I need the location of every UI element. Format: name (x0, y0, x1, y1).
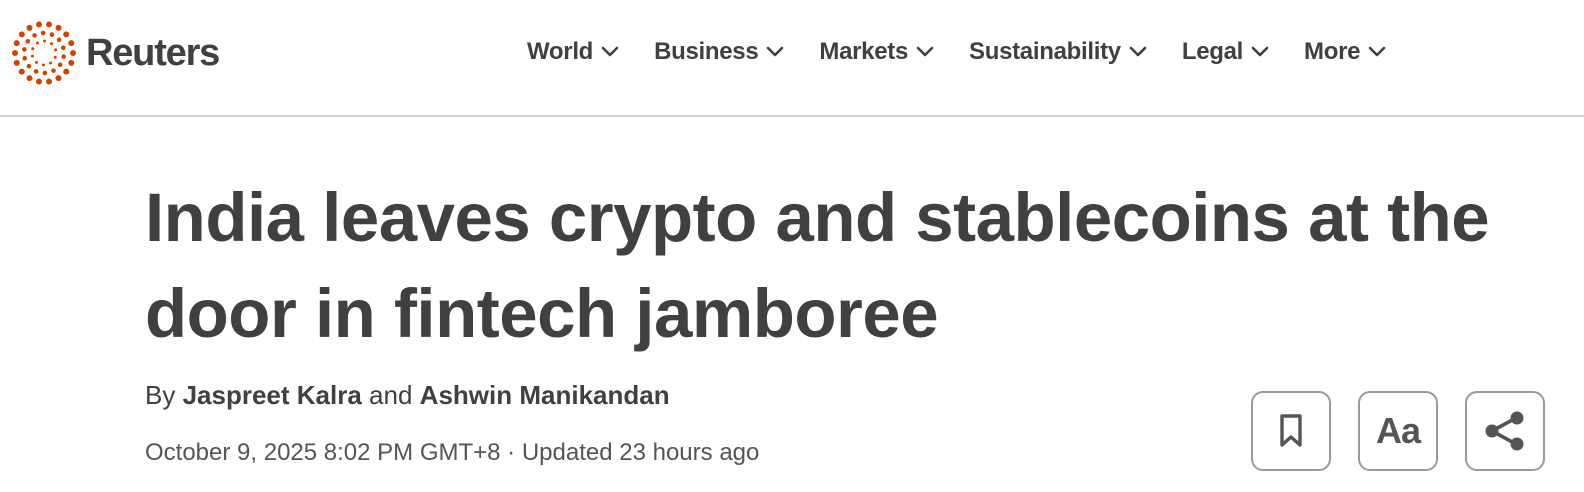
nav-item-markets[interactable]: Markets (819, 34, 934, 70)
author-link[interactable]: Ashwin Manikandan (420, 380, 670, 410)
article-headline: India leaves crypto and stablecoins at t… (145, 179, 1490, 352)
chevron-down-icon (916, 46, 934, 57)
logo-wordmark: Reuters (86, 32, 220, 74)
byline-prefix: By (145, 380, 176, 410)
nav-label: Business (654, 38, 759, 65)
chevron-down-icon (1251, 46, 1269, 57)
site-header: Reuters World Business Markets Sustainab… (0, 0, 1584, 117)
text-size-button[interactable]: Aa (1358, 391, 1438, 471)
main-nav: World Business Markets Sustainability Le… (527, 34, 1421, 70)
share-button[interactable] (1465, 391, 1545, 471)
nav-item-legal[interactable]: Legal (1182, 34, 1269, 70)
nav-label: Legal (1181, 38, 1244, 65)
article-dateline: October 9, 2025 8:02 PM GMT+8 · Updated … (145, 439, 760, 466)
reuters-logo-icon (12, 21, 76, 85)
nav-item-sustainability[interactable]: Sustainability (969, 34, 1147, 70)
nav-item-more[interactable]: More (1304, 34, 1386, 70)
byline-conjunction: and (369, 380, 413, 410)
nav-label: Sustainability (969, 38, 1121, 65)
chevron-down-icon (1368, 46, 1386, 57)
share-icon (1485, 411, 1524, 451)
text-size-label: Aa (1375, 410, 1421, 451)
nav-label: More (1304, 38, 1361, 65)
nav-item-world[interactable]: World (527, 34, 619, 70)
reuters-logo[interactable]: Reuters (11, 20, 220, 86)
author-link[interactable]: Jaspreet Kalra (183, 380, 362, 410)
chevron-down-icon (767, 46, 784, 57)
nav-item-business[interactable]: Business (654, 34, 784, 70)
nav-label: Markets (819, 38, 908, 65)
byline: By Jaspreet Kalra and Ashwin Manikandan (145, 377, 670, 413)
chevron-down-icon (1129, 46, 1147, 57)
nav-label: World (527, 38, 594, 65)
chevron-down-icon (601, 46, 619, 57)
save-article-button[interactable] (1251, 391, 1331, 471)
bookmark-icon (1280, 414, 1302, 447)
